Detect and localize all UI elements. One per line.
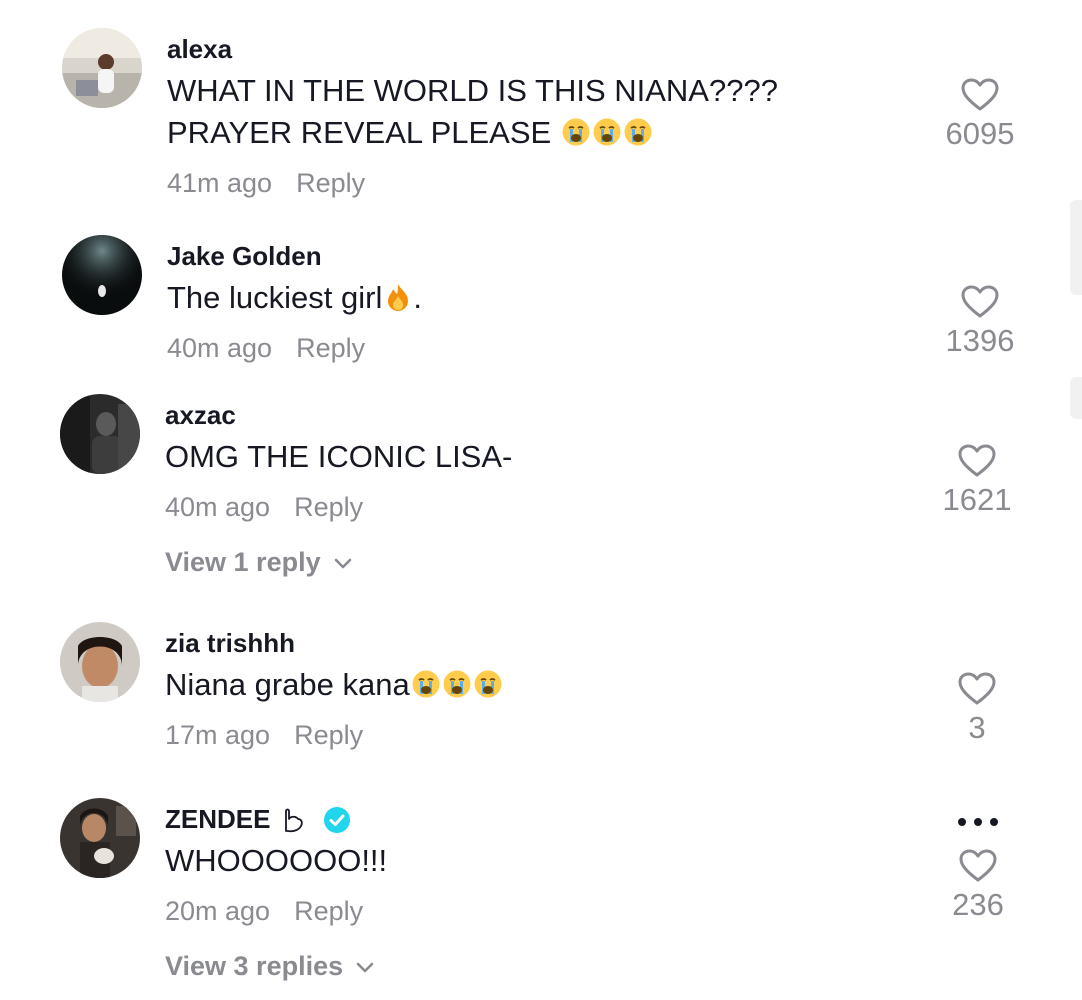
scrollbar-track[interactable] — [1070, 200, 1082, 295]
comment-username[interactable]: zia trishhh — [165, 628, 295, 659]
avatar[interactable] — [62, 28, 142, 108]
comment-text-content: The luckiest girl — [167, 280, 383, 315]
comment-timestamp: 40m ago — [165, 492, 271, 522]
like-count: 3 — [968, 710, 986, 745]
view-replies-label: View 3 replies — [165, 951, 344, 981]
avatar[interactable] — [60, 394, 140, 474]
like-button[interactable]: 3 — [922, 672, 1032, 746]
view-replies-button[interactable]: View 3 replies — [165, 951, 375, 982]
heart-outline-icon — [961, 285, 999, 318]
comment-meta: 17m ago Reply — [165, 720, 363, 751]
comment-text: WHAT IN THE WORLD IS THIS NIANA???? PRAY… — [167, 70, 907, 154]
comment-text-content: WHOOOOOO!!! — [165, 843, 388, 878]
like-button[interactable]: 1396 — [925, 285, 1035, 359]
view-replies-button[interactable]: View 1 reply — [165, 547, 353, 578]
loudly-crying-face-emoji-icon — [442, 668, 472, 698]
loudly-crying-face-emoji-icon — [411, 668, 441, 698]
hand-gesture-icon — [285, 808, 304, 832]
comment-timestamp: 20m ago — [165, 896, 271, 926]
more-options-icon — [958, 818, 998, 826]
comment-username[interactable]: axzac — [165, 400, 236, 431]
comment-username[interactable]: alexa — [167, 34, 232, 65]
comment-text-suffix: . — [413, 280, 422, 315]
reply-button[interactable]: Reply — [296, 333, 365, 363]
comment-meta: 20m ago Reply — [165, 896, 363, 927]
comment-text-content: Niana grabe kana — [165, 667, 410, 702]
like-button[interactable]: 236 — [923, 849, 1033, 923]
avatar[interactable] — [60, 622, 140, 702]
loudly-crying-face-emoji-icon — [473, 668, 503, 698]
scrollbar-track[interactable] — [1070, 377, 1082, 419]
reply-button[interactable]: Reply — [294, 720, 363, 750]
loudly-crying-face-emoji-icon — [623, 116, 653, 146]
like-count: 6095 — [945, 116, 1015, 151]
comment-timestamp: 40m ago — [167, 333, 273, 363]
verified-badge-icon — [324, 806, 351, 833]
fire-emoji-icon — [383, 281, 413, 311]
comment-text-content: OMG THE ICONIC LISA- — [165, 439, 513, 474]
avatar[interactable] — [60, 798, 140, 878]
like-button[interactable]: 6095 — [925, 78, 1035, 152]
comment-timestamp: 41m ago — [167, 168, 273, 198]
reply-button[interactable]: Reply — [294, 492, 363, 522]
loudly-crying-face-emoji-icon — [592, 116, 622, 146]
comment-timestamp: 17m ago — [165, 720, 271, 750]
chevron-down-icon — [356, 962, 374, 972]
avatar[interactable] — [62, 235, 142, 315]
like-button[interactable]: 1621 — [922, 444, 1032, 518]
comment-username[interactable]: ZENDEE — [165, 804, 352, 835]
like-count: 1396 — [945, 323, 1015, 358]
heart-outline-icon — [958, 444, 996, 477]
comment-text: Niana grabe kana — [165, 664, 905, 706]
comment-text: The luckiest girl. — [167, 277, 907, 319]
like-count: 236 — [952, 887, 1004, 922]
view-replies-label: View 1 reply — [165, 547, 321, 577]
comment-username-label: ZENDEE — [165, 804, 271, 834]
heart-outline-icon — [958, 672, 996, 705]
loudly-crying-face-emoji-icon — [561, 116, 591, 146]
chevron-down-icon — [334, 558, 351, 568]
comment-username[interactable]: Jake Golden — [167, 241, 322, 272]
reply-button[interactable]: Reply — [296, 168, 365, 198]
comment-text-content: WHAT IN THE WORLD IS THIS NIANA???? PRAY… — [167, 73, 778, 150]
heart-outline-icon — [961, 78, 999, 111]
reply-button[interactable]: Reply — [294, 896, 363, 926]
more-options-button[interactable] — [956, 812, 1000, 837]
comment-meta: 41m ago Reply — [167, 168, 365, 199]
comment-meta: 40m ago Reply — [165, 492, 363, 523]
comment-text: OMG THE ICONIC LISA- — [165, 436, 905, 478]
heart-outline-icon — [959, 849, 997, 882]
comment-text: WHOOOOOO!!! — [165, 840, 905, 882]
like-count: 1621 — [942, 482, 1012, 517]
comment-meta: 40m ago Reply — [167, 333, 365, 364]
